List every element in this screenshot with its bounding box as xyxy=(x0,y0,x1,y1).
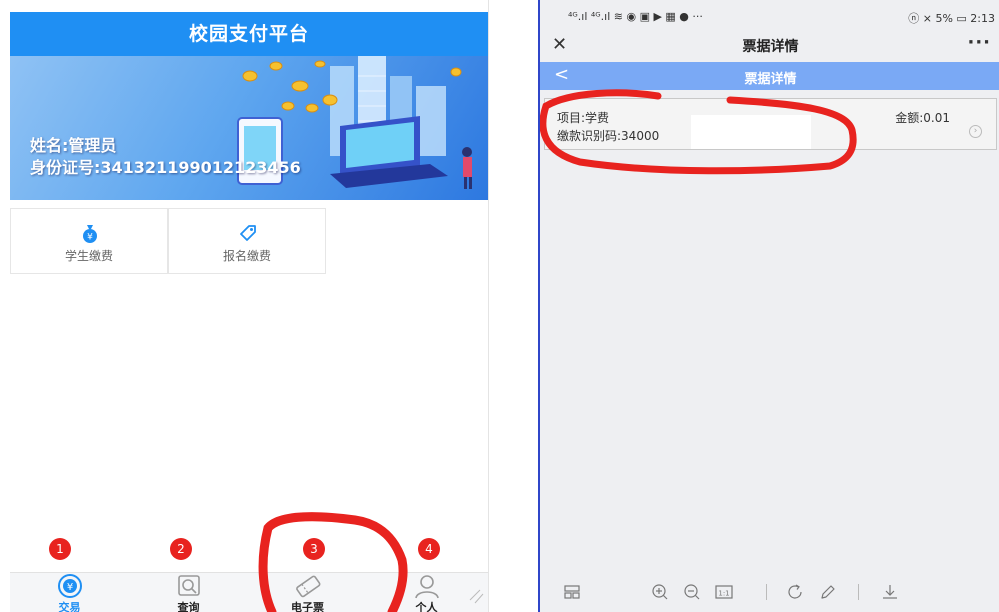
zoom-in-icon[interactable] xyxy=(650,582,670,602)
toolbar-divider xyxy=(858,584,859,600)
viewer-toolbar: 1:1 xyxy=(540,574,999,612)
toolbar-divider xyxy=(766,584,767,600)
zoom-out-icon[interactable] xyxy=(682,582,702,602)
download-icon[interactable] xyxy=(880,582,900,602)
right-phone-screen: ⁴ᴳ.ıl ⁴ᴳ.ıl ≋ ◉ ▣ ▶ ▦ ● ··· ⓝ ⨯ 5% ▭ 2:1… xyxy=(538,0,999,612)
rotate-icon[interactable] xyxy=(786,582,806,602)
svg-text:1:1: 1:1 xyxy=(718,590,729,598)
left-phone-screen: 校园支付平台 姓名:管理员 身份证号:341321199012123456 ¥ … xyxy=(10,0,489,612)
red-annotation-stroke-card xyxy=(540,89,857,175)
edit-icon[interactable] xyxy=(818,582,838,602)
grid-icon[interactable] xyxy=(562,582,582,602)
red-annotation-stroke xyxy=(258,512,484,612)
actual-size-icon[interactable]: 1:1 xyxy=(714,582,734,602)
